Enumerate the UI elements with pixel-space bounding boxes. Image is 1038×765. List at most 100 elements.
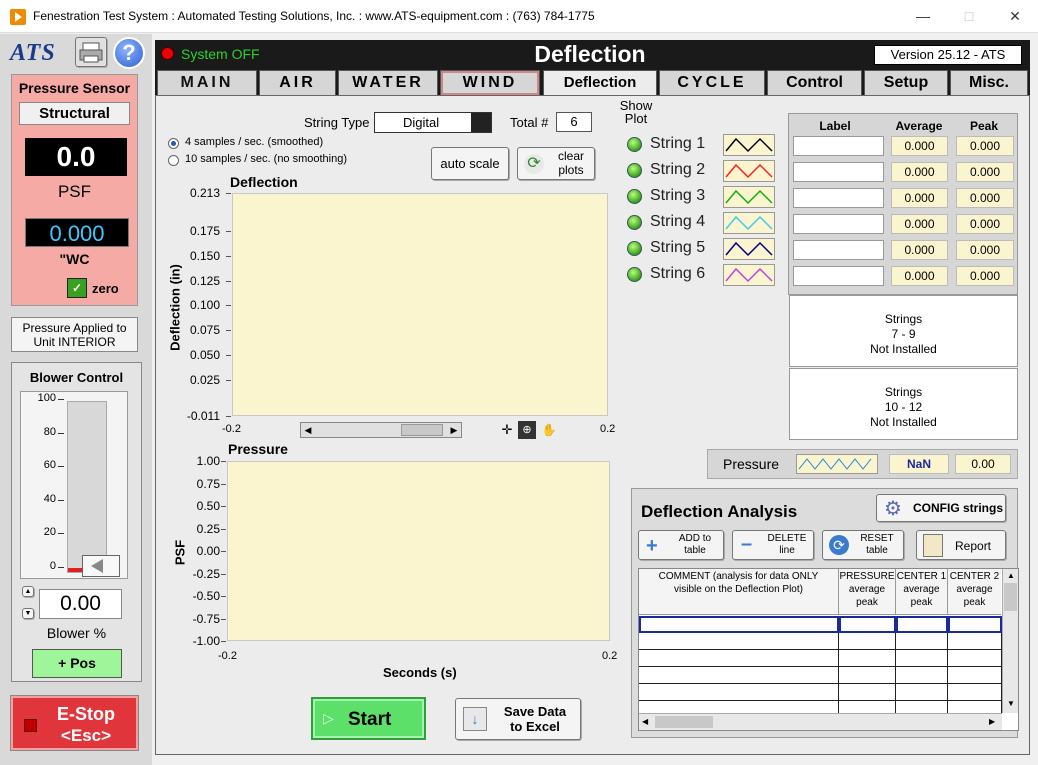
sample-rate-radio-1[interactable] — [168, 138, 179, 149]
analysis-table-cell[interactable] — [948, 616, 1002, 633]
blower-down-arrow[interactable]: ▼ — [22, 608, 34, 619]
sample-rate-radio-2[interactable] — [168, 155, 179, 166]
deflection-tick-mark — [226, 380, 231, 382]
blower-up-arrow[interactable]: ▲ — [22, 586, 34, 597]
analysis-table-cell[interactable] — [948, 650, 1002, 667]
table-scroll-down[interactable]: ▼ — [1003, 697, 1019, 711]
app-icon — [10, 9, 26, 25]
string-show-led[interactable] — [627, 215, 642, 230]
tab-main[interactable]: MAIN — [157, 70, 257, 96]
deflection-tick-mark — [226, 230, 231, 232]
crosshair-icon[interactable]: ✛ — [499, 422, 515, 438]
analysis-table-cell[interactable] — [639, 633, 839, 650]
table-scroll-left[interactable]: ◀ — [642, 714, 648, 730]
reset-table-button[interactable]: ⟳ RESET table — [822, 530, 904, 560]
deflection-scrollbar[interactable]: ◀ ▶ — [300, 422, 462, 438]
table-scroll-right[interactable]: ▶ — [989, 714, 995, 730]
help-icon[interactable]: ? — [113, 37, 145, 69]
table-scroll-up[interactable]: ▲ — [1003, 569, 1019, 583]
string-show-led[interactable] — [627, 137, 642, 152]
analysis-table-cell[interactable] — [639, 616, 839, 633]
analysis-table-cell[interactable] — [948, 633, 1002, 650]
string-type-select[interactable]: Digital — [374, 112, 492, 133]
string-show-led[interactable] — [627, 241, 642, 256]
analysis-table-cell[interactable] — [839, 684, 896, 701]
pressure-tick-mark — [221, 461, 226, 462]
sensor-mode[interactable]: Structural — [19, 102, 130, 125]
string-label-input[interactable] — [793, 136, 884, 156]
scroll-left-arrow[interactable]: ◀ — [301, 423, 315, 437]
string-color-swatch — [723, 160, 775, 182]
analysis-table-cell[interactable] — [896, 616, 948, 633]
auto-scale-button[interactable]: auto scale — [431, 147, 509, 180]
total-value[interactable]: 6 — [556, 112, 592, 132]
print-icon[interactable] — [75, 37, 107, 67]
string-show-led[interactable] — [627, 163, 642, 178]
analysis-table-cell[interactable] — [839, 633, 896, 650]
string-show-led[interactable] — [627, 189, 642, 204]
positive-pressure-button[interactable]: + Pos — [32, 649, 122, 678]
estop-button[interactable]: E-Stop <Esc> — [11, 696, 138, 750]
string-show-led[interactable] — [627, 267, 642, 282]
col-center1-header: CENTER 1 average peak — [896, 569, 948, 615]
blower-tick-mark — [58, 567, 64, 568]
tab-control[interactable]: Control — [767, 70, 862, 96]
table-hscroll-thumb[interactable] — [655, 716, 713, 728]
maximize-button[interactable]: □ — [946, 0, 992, 33]
start-label: Start — [348, 709, 392, 730]
pan-hand-icon[interactable]: ✋ — [540, 422, 558, 438]
analysis-table-cell[interactable] — [896, 633, 948, 650]
clear-plots-button[interactable]: ⟳ clear plots — [517, 147, 595, 180]
tab-misc[interactable]: Misc. — [950, 70, 1028, 96]
string-label-input[interactable] — [793, 266, 884, 286]
tab-water[interactable]: WATER — [338, 70, 438, 96]
config-strings-button[interactable]: ⚙ CONFIG strings — [876, 494, 1006, 522]
pressure-tick-mark — [221, 641, 226, 642]
analysis-table-cell[interactable] — [839, 650, 896, 667]
analysis-table-cell[interactable] — [639, 684, 839, 701]
analysis-table-cell[interactable] — [896, 650, 948, 667]
string-label-input[interactable] — [793, 162, 884, 182]
blower-value[interactable]: 0.00 — [39, 589, 122, 619]
table-vscroll-thumb[interactable] — [1004, 583, 1017, 611]
deflection-yaxis: 0.213 0.175 0.150 0.125 0.100 0.075 0.050 0.025… — [180, 186, 231, 423]
add-to-table-button[interactable]: + ADD to table — [638, 530, 724, 560]
analysis-table-cell[interactable] — [896, 684, 948, 701]
analysis-table-cell[interactable] — [839, 616, 896, 633]
blower-unit-label: Blower % — [46, 625, 107, 641]
analysis-table-cell[interactable] — [948, 684, 1002, 701]
tab-deflection[interactable]: Deflection — [543, 70, 657, 97]
delete-line-button[interactable]: – DELETE line — [732, 530, 814, 560]
analysis-table-cell[interactable] — [639, 667, 839, 684]
tab-setup[interactable]: Setup — [864, 70, 948, 96]
zoom-icon[interactable]: ⊕ — [518, 421, 536, 439]
minimize-button[interactable]: — — [900, 0, 946, 33]
deflection-plot-area — [232, 193, 608, 416]
analysis-table-cell[interactable] — [639, 650, 839, 667]
tab-wind[interactable]: WIND — [440, 70, 540, 96]
tab-cycle[interactable]: CYCLE — [659, 70, 765, 96]
blower-tick-mark — [58, 466, 64, 468]
blower-slider-track[interactable] — [67, 401, 107, 573]
deflection-ytick: 0.150 — [189, 248, 220, 263]
close-button[interactable]: ✕ — [992, 0, 1038, 33]
string-label-input[interactable] — [793, 240, 884, 260]
analysis-table-cell[interactable] — [948, 667, 1002, 684]
pressure-ytick: 0.25 — [196, 521, 220, 536]
start-button[interactable]: ▷ Start — [311, 697, 426, 740]
deflection-tick-mark — [226, 193, 231, 194]
table-vscrollbar[interactable]: ▲ ▼ — [1002, 569, 1018, 713]
tab-air[interactable]: AIR — [259, 70, 336, 96]
table-hscrollbar[interactable]: ◀ ▶ — [639, 713, 1002, 730]
analysis-table-cell[interactable] — [896, 667, 948, 684]
scroll-thumb[interactable] — [401, 424, 443, 436]
string-label-input[interactable] — [793, 188, 884, 208]
report-button[interactable]: Report — [916, 530, 1006, 560]
save-to-excel-button[interactable]: ↓ Save Data to Excel — [455, 698, 581, 740]
blower-slider-thumb[interactable] — [82, 555, 120, 577]
zero-checkbox[interactable]: ✓ — [67, 278, 87, 298]
analysis-table-cell[interactable] — [839, 667, 896, 684]
string-label-input[interactable] — [793, 214, 884, 234]
analysis-table: COMMENT (analysis for data ONLY visible … — [638, 568, 1019, 731]
scroll-right-arrow[interactable]: ▶ — [447, 423, 461, 437]
